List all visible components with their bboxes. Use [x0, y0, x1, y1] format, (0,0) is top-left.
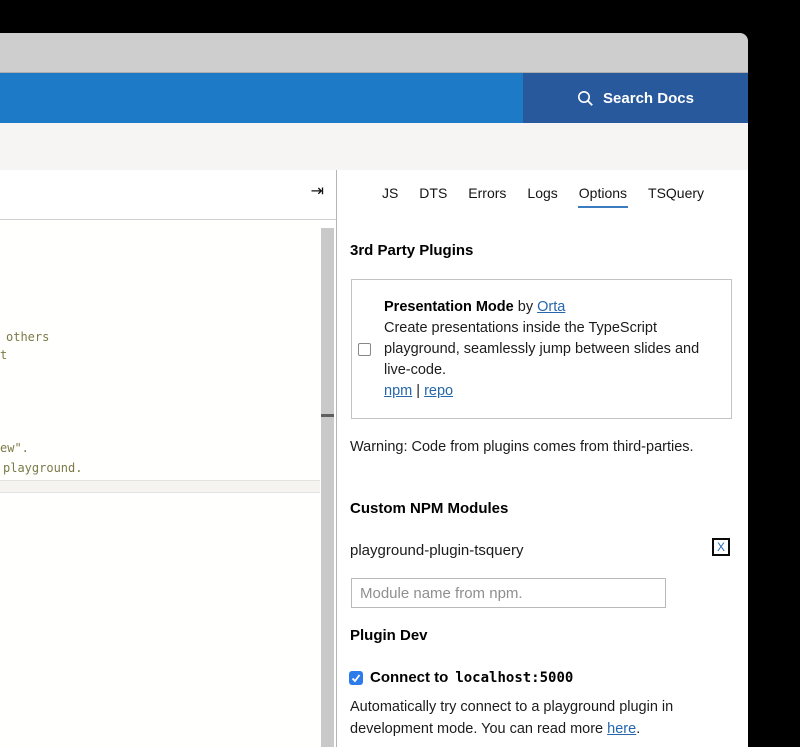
plugin-by-label: by [518, 299, 533, 315]
module-name-input[interactable] [351, 578, 666, 608]
top-navbar: Search Docs [0, 73, 748, 123]
plugin-title: Presentation Mode [384, 299, 514, 315]
search-docs-label: Search Docs [603, 90, 694, 107]
tab-options[interactable]: Options [578, 183, 628, 208]
panel-tabs: JS DTS Errors Logs Options TSQuery [338, 183, 748, 208]
plugin-dev-description-period: . [636, 721, 640, 737]
custom-module-name: playground-plugin-tsquery [350, 542, 523, 559]
code-fragment: playground. [3, 461, 82, 475]
plugin-card-text: Presentation Mode by Orta Create present… [384, 297, 704, 402]
connect-checkbox-checked[interactable] [349, 671, 363, 685]
plugin-card-presentation-mode: Presentation Mode by Orta Create present… [351, 279, 732, 419]
plugin-repo-link[interactable]: repo [424, 383, 453, 399]
remove-module-button[interactable]: X [712, 538, 730, 556]
plugin-npm-link[interactable]: npm [384, 383, 412, 399]
code-fragment: t [0, 348, 7, 362]
plugin-description: Create presentations inside the TypeScri… [384, 318, 704, 381]
tab-errors[interactable]: Errors [467, 183, 507, 208]
sidebar-collapse-icon[interactable]: ⇥ [311, 183, 324, 199]
plugin-dev-here-link[interactable]: here [607, 721, 636, 737]
search-docs-button[interactable]: Search Docs [523, 73, 748, 123]
plugin-dev-heading: Plugin Dev [350, 627, 428, 644]
connect-host: localhost:5000 [455, 670, 573, 686]
third-party-plugins-heading: 3rd Party Plugins [350, 242, 473, 259]
connect-localhost-row: Connect to localhost:5000 [349, 669, 573, 686]
checkmark-icon [351, 673, 361, 683]
code-editor-pane: ⇥ others t ew". playground. [0, 170, 336, 747]
editor-toolbar: ⇥ [0, 170, 336, 220]
pane-divider[interactable] [336, 170, 337, 747]
main-content: ⇥ others t ew". playground. JS DTS Error… [0, 170, 748, 747]
window-titlebar [0, 33, 748, 73]
screen: Search Docs ⇥ others t ew". playground. … [0, 0, 800, 747]
scrollbar-marker [321, 414, 334, 417]
tab-logs[interactable]: Logs [526, 183, 558, 208]
plugin-link-separator: | [416, 383, 420, 399]
plugin-enable-checkbox[interactable] [358, 343, 371, 356]
plugins-warning-text: Warning: Code from plugins comes from th… [350, 436, 704, 458]
connect-label: Connect to [370, 669, 448, 686]
editor-section-band [0, 480, 320, 493]
tab-dts[interactable]: DTS [418, 183, 448, 208]
custom-npm-modules-heading: Custom NPM Modules [350, 500, 508, 517]
editor-scrollbar[interactable] [321, 228, 334, 747]
search-icon [577, 90, 594, 107]
subnav-band [0, 123, 748, 170]
tab-tsquery[interactable]: TSQuery [647, 183, 705, 208]
code-fragment: ew". [0, 441, 29, 455]
plugin-author-link[interactable]: Orta [537, 299, 565, 315]
plugin-dev-description: Automatically try connect to a playgroun… [350, 696, 734, 740]
tab-js[interactable]: JS [381, 183, 399, 208]
plugin-links: npm | repo [384, 381, 704, 402]
code-fragment: others [6, 330, 49, 344]
